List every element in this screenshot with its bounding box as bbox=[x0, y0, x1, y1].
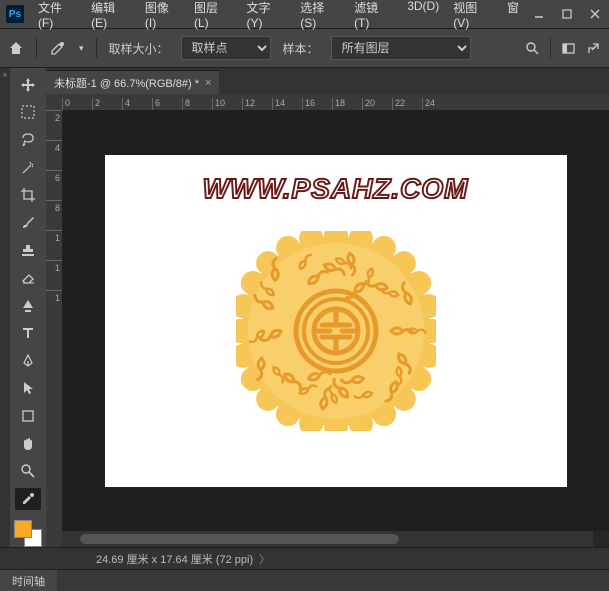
expand-panels-icon[interactable]: » bbox=[0, 68, 10, 79]
menu-3d[interactable]: 3D(D) bbox=[401, 0, 445, 34]
close-button[interactable] bbox=[581, 3, 609, 25]
status-dimensions: 24.69 厘米 x 17.64 厘米 (72 ppi) bbox=[96, 551, 253, 567]
menu-edit[interactable]: 编辑(E) bbox=[85, 0, 137, 34]
menu-type[interactable]: 文字(Y) bbox=[240, 0, 292, 34]
menu-view[interactable]: 视图(V) bbox=[447, 0, 499, 34]
artboard: WWW.PSAHZ.COM bbox=[105, 155, 567, 487]
document-tab[interactable]: 未标题-1 @ 66.7%(RGB/8#) * × bbox=[46, 70, 219, 94]
search-icon[interactable] bbox=[525, 41, 540, 56]
menu-file[interactable]: 文件(F) bbox=[32, 0, 83, 34]
gradient-tool[interactable] bbox=[15, 295, 41, 317]
stamp-tool[interactable] bbox=[15, 240, 41, 262]
tab-title: 未标题-1 @ 66.7%(RGB/8#) * bbox=[54, 75, 199, 91]
wand-tool[interactable] bbox=[15, 157, 41, 179]
mooncake-graphic bbox=[236, 231, 436, 431]
menu-filter[interactable]: 滤镜(T) bbox=[348, 0, 399, 34]
app-logo: Ps bbox=[6, 5, 24, 23]
eraser-tool[interactable] bbox=[15, 267, 41, 289]
chevron-down-icon[interactable]: ▾ bbox=[79, 43, 84, 54]
eyedropper-icon[interactable] bbox=[49, 39, 67, 57]
sample-size-label: 取样大小： bbox=[109, 40, 169, 57]
hand-tool[interactable] bbox=[15, 433, 41, 455]
timeline-tab[interactable]: 时间轴 bbox=[0, 570, 57, 591]
sample-select[interactable]: 所有图层 bbox=[331, 36, 471, 60]
ruler-corner bbox=[46, 94, 62, 110]
marquee-tool[interactable] bbox=[15, 102, 41, 124]
menu-layer[interactable]: 图层(L) bbox=[188, 0, 238, 34]
canvas-area[interactable]: WWW.PSAHZ.COM bbox=[62, 110, 609, 531]
maximize-button[interactable] bbox=[553, 3, 581, 25]
horizontal-scrollbar[interactable] bbox=[62, 531, 593, 547]
tab-close-icon[interactable]: × bbox=[205, 77, 211, 89]
home-icon[interactable] bbox=[8, 40, 24, 56]
menu-window[interactable]: 窗 bbox=[501, 0, 525, 34]
eyedropper-tool[interactable] bbox=[15, 488, 41, 510]
pen-tool[interactable] bbox=[15, 350, 41, 372]
type-tool[interactable] bbox=[15, 322, 41, 344]
share-icon[interactable] bbox=[586, 41, 601, 56]
menu-select[interactable]: 选择(S) bbox=[294, 0, 346, 34]
lasso-tool[interactable] bbox=[15, 129, 41, 151]
horizontal-ruler[interactable]: 024681012141618202224 bbox=[62, 94, 609, 110]
move-tool[interactable] bbox=[15, 74, 41, 96]
status-bar: 24.69 厘米 x 17.64 厘米 (72 ppi) 〉 bbox=[0, 547, 609, 569]
status-arrow-icon[interactable]: 〉 bbox=[259, 551, 270, 567]
menu-image[interactable]: 图像(I) bbox=[139, 0, 186, 34]
tools-panel bbox=[10, 68, 46, 547]
minimize-button[interactable] bbox=[525, 3, 553, 25]
sample-label: 样本： bbox=[283, 40, 319, 57]
shape-tool[interactable] bbox=[15, 405, 41, 427]
screenmode-icon[interactable] bbox=[561, 41, 576, 56]
sample-size-select[interactable]: 取样点 bbox=[181, 36, 271, 60]
path-select-tool[interactable] bbox=[15, 378, 41, 400]
watermark-text: WWW.PSAHZ.COM bbox=[203, 173, 469, 205]
vertical-ruler[interactable]: 2468111 bbox=[46, 110, 62, 547]
brush-tool[interactable] bbox=[15, 212, 41, 234]
fg-bg-colors[interactable] bbox=[14, 520, 42, 547]
timeline-panel[interactable]: 时间轴 bbox=[0, 569, 609, 591]
crop-tool[interactable] bbox=[15, 184, 41, 206]
zoom-tool[interactable] bbox=[15, 460, 41, 482]
